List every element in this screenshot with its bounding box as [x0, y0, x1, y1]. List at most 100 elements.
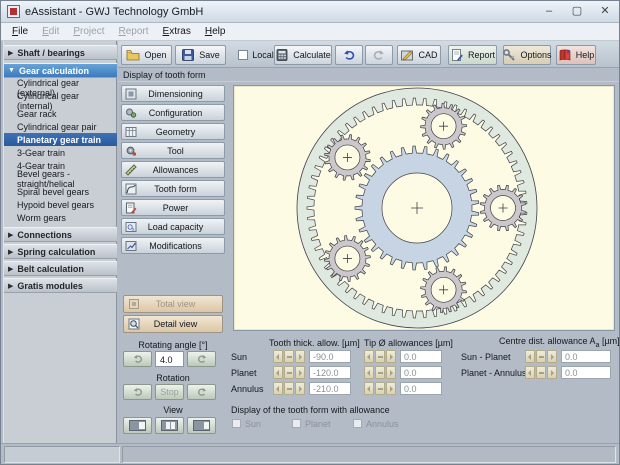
spin-minus-icon	[284, 350, 294, 363]
view-layout-1-button[interactable]	[123, 417, 152, 434]
menu-help[interactable]: Help	[198, 24, 233, 39]
rotation-cw-button[interactable]	[187, 384, 216, 400]
status-cell-left	[4, 446, 120, 463]
minimize-button[interactable]: –	[539, 3, 559, 19]
sun-thickness-field[interactable]: -90.0	[309, 350, 351, 363]
modifications-button[interactable]: Modifications	[121, 237, 225, 254]
sidebar-item-cylindrical-gear-internal[interactable]: Cylindrical gear (internal)	[4, 94, 117, 107]
spin-left-icon	[273, 350, 283, 363]
centre-distance-header: Centre dist. allowance Aa [µm]	[499, 336, 620, 349]
sun-tip-field[interactable]: 0.0	[400, 350, 442, 363]
spin-left-icon	[273, 366, 283, 379]
detail-view-button[interactable]: Detail view	[123, 315, 223, 333]
tool-button[interactable]: Tool	[121, 142, 225, 159]
tool-gear-icon	[125, 145, 137, 157]
allowances-button[interactable]: Allowances	[121, 161, 225, 178]
status-bar	[1, 443, 620, 465]
undo-button[interactable]	[335, 45, 363, 65]
planet-annulus-spinner	[525, 366, 557, 379]
rotate-cw-button[interactable]	[187, 351, 216, 367]
sun-planet-spinner	[525, 350, 557, 363]
power-button[interactable]: Power	[121, 199, 225, 216]
spin-left-icon	[364, 366, 374, 379]
geometry-grid-icon	[125, 126, 137, 138]
report-button[interactable]: Report	[448, 45, 497, 65]
sun-planet-field[interactable]: 0.0	[561, 350, 611, 363]
tooth-form-button[interactable]: Tooth form	[121, 180, 225, 197]
annulus-tip-spinner	[364, 382, 396, 395]
row-label-planet-annulus: Planet - Annulus	[461, 368, 527, 378]
save-button[interactable]: Save	[175, 45, 226, 65]
view-layout-1-icon	[129, 420, 146, 431]
sidebar-section-shaft-bearings[interactable]: ▶Shaft / bearings	[4, 45, 117, 60]
sidebar-item-bevel-gears[interactable]: Bevel gears - straight/helical	[4, 172, 117, 185]
spin-minus-icon	[375, 366, 385, 379]
menu-file[interactable]: File	[5, 24, 35, 39]
spin-minus-icon	[536, 350, 546, 363]
sidebar-item-3-gear-train[interactable]: 3-Gear train	[4, 146, 117, 159]
load-capacity-button[interactable]: OxLoad capacity	[121, 218, 225, 235]
sidebar-item-spiral-bevel-gears[interactable]: Spiral bevel gears	[4, 185, 117, 198]
rotate-ccw-button[interactable]	[123, 351, 152, 367]
sidebar-section-gear-calculation[interactable]: ▼Gear calculation	[4, 63, 117, 78]
redo-button	[365, 45, 393, 65]
cad-drawing-icon	[400, 48, 414, 62]
planet-thickness-field[interactable]: -120.0	[309, 366, 351, 379]
spin-minus-icon	[375, 350, 385, 363]
spin-right-icon	[295, 366, 305, 379]
rotating-angle-input[interactable]	[155, 351, 184, 367]
sidebar-item-worm-gears[interactable]: Worm gears	[4, 211, 117, 224]
view-layout-3-button[interactable]	[187, 417, 216, 434]
annulus-thickness-field[interactable]: -210.0	[309, 382, 351, 395]
tooth-thickness-header: Tooth thick. allow. [µm]	[269, 338, 360, 348]
display-allowance-label: Display of the tooth form with allowance	[231, 405, 390, 415]
configuration-icon	[125, 107, 137, 119]
sidebar-item-gear-rack[interactable]: Gear rack	[4, 107, 117, 120]
annulus-tip-field[interactable]: 0.0	[400, 382, 442, 395]
options-button[interactable]: Options	[503, 45, 551, 65]
calculate-button[interactable]: Calculate	[274, 45, 332, 65]
maximize-button[interactable]: ▢	[567, 3, 587, 19]
close-button[interactable]: ✕	[595, 3, 615, 19]
help-button[interactable]: Help	[556, 45, 596, 65]
status-cell-main	[122, 446, 616, 463]
spin-right-icon	[547, 350, 557, 363]
title-bar[interactable]: eAssistant - GWJ Technology GmbH – ▢ ✕	[1, 1, 620, 23]
calculator-icon	[275, 48, 289, 62]
annulus-allowance-checkbox-label: Annulus	[366, 419, 399, 429]
rotate-cw-icon	[196, 353, 208, 365]
dimensioning-button[interactable]: Dimensioning	[121, 85, 225, 102]
sidebar-item-planetary-gear-train[interactable]: Planetary gear train	[4, 133, 117, 146]
rotation-label: Rotation	[123, 373, 223, 383]
sidebar-section-gratis-modules[interactable]: ▶Gratis modules	[4, 278, 117, 293]
geometry-button[interactable]: Geometry	[121, 123, 225, 140]
application-window: eAssistant - GWJ Technology GmbH – ▢ ✕ F…	[0, 0, 620, 465]
local-checkbox[interactable]	[238, 50, 248, 60]
sidebar-section-belt-calculation[interactable]: ▶Belt calculation	[4, 261, 117, 276]
sidebar-item-hypoid-bevel-gears[interactable]: Hypoid bevel gears	[4, 198, 117, 211]
row-label-planet: Planet	[231, 368, 257, 378]
configuration-button[interactable]: Configuration	[121, 104, 225, 121]
power-document-icon	[125, 202, 137, 214]
collapsed-arrow-icon: ▶	[8, 49, 13, 57]
sidebar-section-connections[interactable]: ▶Connections	[4, 227, 117, 242]
help-book-icon	[558, 48, 572, 62]
row-label-sun: Sun	[231, 352, 247, 362]
main-toolbar: Open Save Local Calculate CAD Report	[118, 41, 619, 68]
spin-right-icon	[295, 382, 305, 395]
rotation-ccw-button[interactable]	[123, 384, 152, 400]
view-label: View	[123, 405, 223, 415]
tooth-form-canvas[interactable]	[233, 85, 615, 331]
open-button[interactable]: Open	[121, 45, 172, 65]
menu-extras[interactable]: Extras	[156, 24, 198, 39]
view-layout-2-button[interactable]	[155, 417, 184, 434]
open-folder-icon	[126, 48, 140, 62]
planet-tip-field[interactable]: 0.0	[400, 366, 442, 379]
sidebar-item-cylindrical-gear-pair[interactable]: Cylindrical gear pair	[4, 120, 117, 133]
planet-tip-spinner	[364, 366, 396, 379]
sidebar-section-spring-calculation[interactable]: ▶Spring calculation	[4, 244, 117, 259]
planet-annulus-field[interactable]: 0.0	[561, 366, 611, 379]
cad-button[interactable]: CAD	[397, 45, 441, 65]
spin-left-icon	[525, 366, 535, 379]
spin-left-icon	[525, 350, 535, 363]
